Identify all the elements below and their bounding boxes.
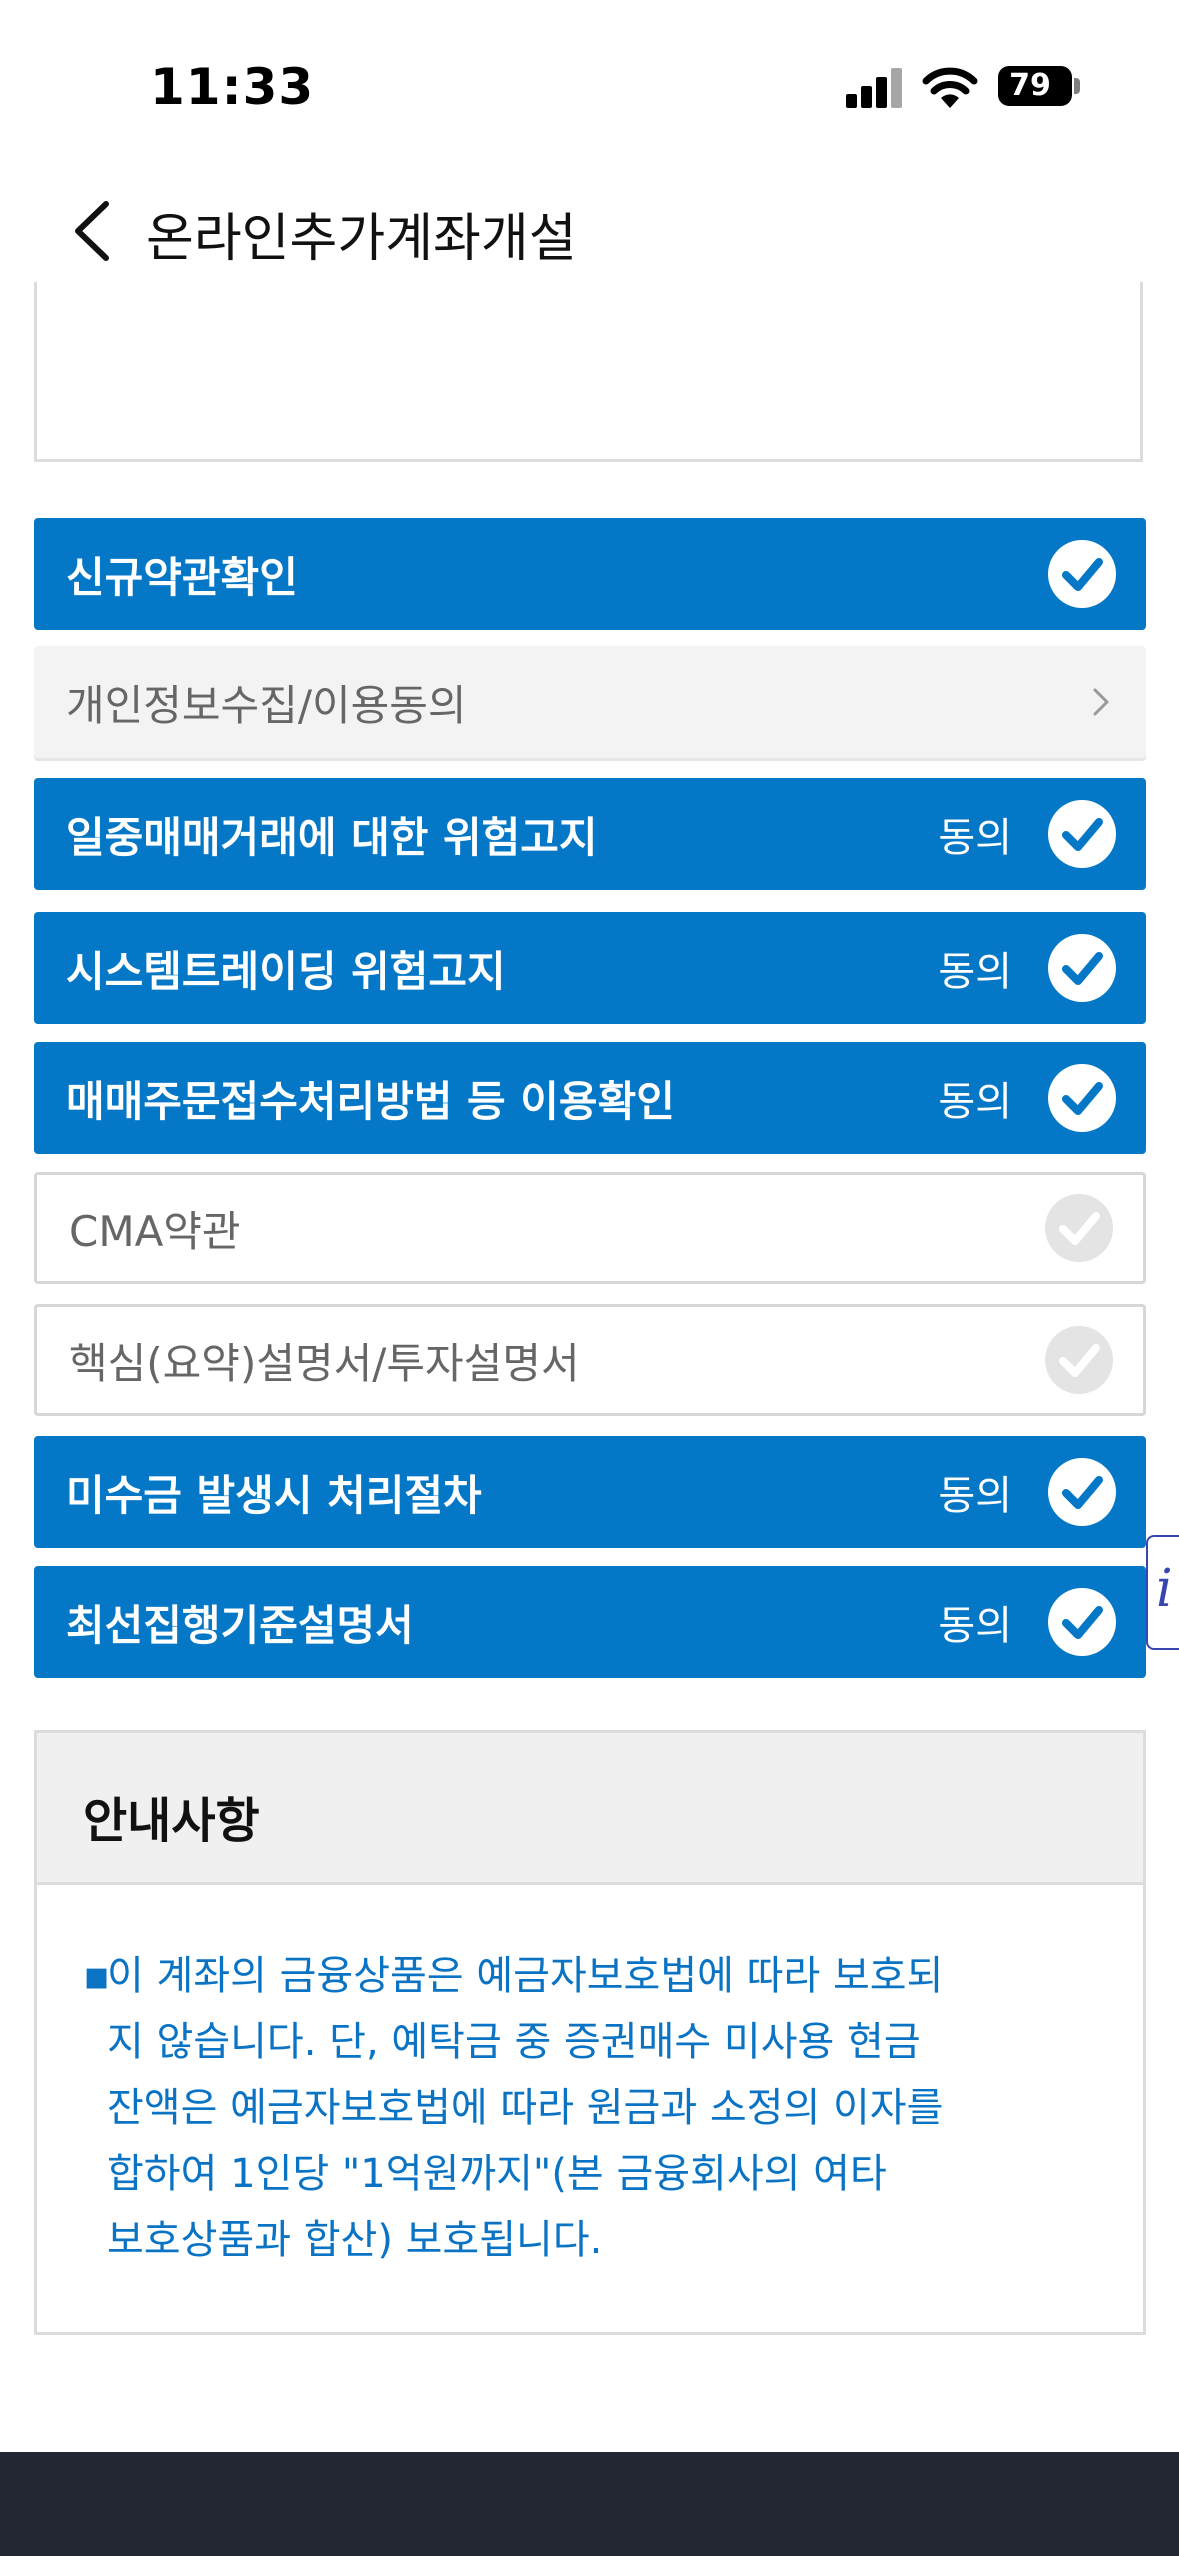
check-circle-icon[interactable] [1048, 800, 1116, 868]
info-tab-button[interactable]: i [1146, 1535, 1179, 1650]
cellular-signal-icon [846, 68, 902, 108]
notice-line: 보호상품과 합산) 보호됩니다. [107, 2217, 603, 2263]
terms-row-privacy-consent[interactable]: 개인정보수집/이용동의 [34, 646, 1146, 758]
back-arrow-icon[interactable] [66, 196, 126, 266]
terms-row-system-trading-risk[interactable]: 시스템트레이딩 위험고지 동의 [34, 912, 1146, 1024]
notice-line: 이 계좌의 금융상품은 예금자보호법에 따라 보호되 [107, 1953, 944, 1999]
wifi-icon [922, 67, 978, 108]
info-icon: i [1156, 1559, 1173, 1619]
page-title: 온라인추가계좌개설 [146, 209, 577, 269]
agree-label: 동의 [938, 815, 1012, 861]
chevron-right-icon [1093, 688, 1109, 716]
agree-label: 동의 [938, 949, 1012, 995]
terms-row-label: 시스템트레이딩 위험고지 [66, 946, 506, 996]
terms-row-cma[interactable]: CMA약관 [34, 1172, 1146, 1284]
notice-title: 안내사항 [83, 1793, 260, 1849]
notice-line: 합하여 1인당 "1억원까지"(본 금융회사의 여타 [107, 2151, 887, 2197]
check-circle-icon[interactable] [1048, 1458, 1116, 1526]
notice-header: 안내사항 [37, 1733, 1143, 1885]
terms-row-label: 일중매매거래에 대한 위험고지 [66, 812, 598, 862]
terms-content-box [34, 282, 1143, 462]
terms-row-label: 핵심(요약)설명서/투자설명서 [69, 1338, 580, 1388]
terms-row-label: 개인정보수집/이용동의 [66, 680, 467, 730]
agree-label: 동의 [938, 1473, 1012, 1519]
terms-row-label: 매매주문접수처리방법 등 이용확인 [66, 1076, 675, 1126]
terms-row-new-terms[interactable]: 신규약관확인 [34, 518, 1146, 630]
terms-row-label: CMA약관 [69, 1206, 241, 1256]
agree-label: 동의 [938, 1603, 1012, 1649]
terms-row-unpaid-procedure[interactable]: 미수금 발생시 처리절차 동의 [34, 1436, 1146, 1548]
terms-row-label: 신규약관확인 [66, 552, 298, 602]
status-bar: 11:33 79 [0, 0, 1179, 180]
terms-row-best-execution[interactable]: 최선집행기준설명서 동의 [34, 1566, 1146, 1678]
battery-icon: 79 [998, 66, 1072, 106]
notice-panel: 안내사항 ▪ 이 계좌의 금융상품은 예금자보호법에 따라 보호되 지 않습니다… [34, 1730, 1146, 2335]
check-circle-icon[interactable] [1048, 1064, 1116, 1132]
notice-text: 이 계좌의 금융상품은 예금자보호법에 따라 보호되 지 않습니다. 단, 예탁… [107, 1943, 1047, 2273]
terms-row-order-processing[interactable]: 매매주문접수처리방법 등 이용확인 동의 [34, 1042, 1146, 1154]
battery-cap [1074, 78, 1080, 94]
bottom-action-bar [0, 2452, 1179, 2556]
terms-row-daytrading-risk[interactable]: 일중매매거래에 대한 위험고지 동의 [34, 778, 1146, 890]
app-header: 온라인추가계좌개설 [0, 180, 1179, 280]
notice-line: 지 않습니다. 단, 예탁금 중 증권매수 미사용 현금 [107, 2019, 921, 2065]
agree-label: 동의 [938, 1079, 1012, 1125]
check-circle-icon[interactable] [1048, 934, 1116, 1002]
check-circle-icon[interactable] [1045, 1194, 1113, 1262]
check-circle-icon[interactable] [1048, 1588, 1116, 1656]
terms-row-label: 미수금 발생시 처리절차 [66, 1470, 482, 1520]
status-time: 11:33 [150, 58, 315, 116]
battery-level: 79 [1009, 68, 1051, 103]
notice-line: 잔액은 예금자보호법에 따라 원금과 소정의 이자를 [107, 2085, 944, 2131]
terms-row-label: 최선집행기준설명서 [66, 1600, 414, 1650]
check-circle-icon[interactable] [1048, 540, 1116, 608]
terms-row-key-summary[interactable]: 핵심(요약)설명서/투자설명서 [34, 1304, 1146, 1416]
check-circle-icon[interactable] [1045, 1326, 1113, 1394]
